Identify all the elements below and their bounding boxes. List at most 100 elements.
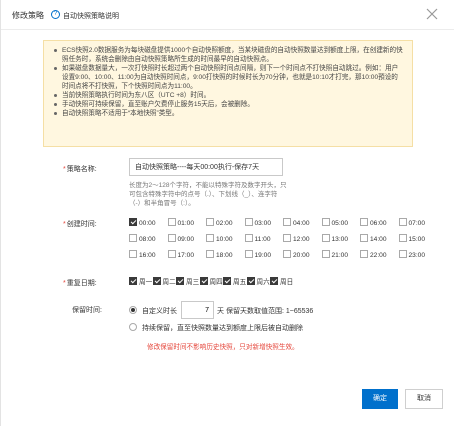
required-mark: * xyxy=(63,280,66,287)
repeat-day-checkbox-label: 周五 xyxy=(233,279,247,286)
checkbox-box[interactable] xyxy=(206,234,214,242)
checkbox-box[interactable] xyxy=(283,234,291,242)
create-time-checkbox[interactable]: 05:00 xyxy=(321,218,348,228)
create-time-checkbox-label: 19:00 xyxy=(254,252,272,259)
repeat-day-checkbox[interactable]: 周五 xyxy=(223,277,246,287)
policy-name-label: *策略名称: xyxy=(63,164,97,174)
cancel-button[interactable]: 取消 xyxy=(405,389,443,409)
checkbox-box[interactable] xyxy=(398,234,407,242)
create-time-checkbox[interactable]: 10:00 xyxy=(206,234,233,244)
checkbox-box[interactable] xyxy=(360,250,368,258)
create-time-checkbox[interactable]: 03:00 xyxy=(244,218,271,228)
create-time-checkbox[interactable]: 09:00 xyxy=(167,234,195,244)
retention-label: 保留时间: xyxy=(72,307,102,314)
checkbox-box[interactable] xyxy=(167,234,176,242)
notice-item: ECS快照2.0数据服务为每块磁盘提供1000个自动快照额度，当某块磁盘的自动快… xyxy=(54,47,403,63)
create-time-checkbox-label: 15:00 xyxy=(408,236,426,243)
retention-warning: 修改保留时间不影响历史快照，只对新增快照生效。 xyxy=(147,344,299,351)
checkbox-box[interactable] xyxy=(129,250,137,258)
repeat-day-checkbox-label: 周日 xyxy=(280,279,294,286)
create-time-checkbox-label: 06:00 xyxy=(370,220,387,227)
checkbox-box[interactable] xyxy=(398,250,407,258)
create-time-checkbox[interactable]: 18:00 xyxy=(206,250,233,260)
retention-days-input[interactable] xyxy=(181,301,214,319)
checkbox-box[interactable] xyxy=(283,218,291,226)
checkbox-box[interactable] xyxy=(167,250,176,258)
create-time-checkbox-label: 16:00 xyxy=(139,252,156,259)
create-time-checkbox-label: 17:00 xyxy=(177,252,195,259)
repeat-day-checkbox[interactable]: 周六 xyxy=(246,277,270,287)
repeat-day-checkbox[interactable]: 周三 xyxy=(176,277,199,287)
notice-item: 如果磁盘数据量大，一次打快照时长超过两个自动快照时间点间隔，则下一个时间点不打快… xyxy=(54,64,404,91)
create-time-checkbox[interactable]: 17:00 xyxy=(167,250,195,260)
dialog-header: 修改策略 ? 自动快照策略说明 xyxy=(1,0,454,30)
create-time-checkbox[interactable]: 02:00 xyxy=(206,218,233,228)
create-time-checkbox[interactable]: 20:00 xyxy=(283,250,310,260)
repeat-day-checkbox[interactable]: 周二 xyxy=(152,277,176,287)
checkbox-box[interactable] xyxy=(246,277,255,285)
create-time-checkbox[interactable]: 04:00 xyxy=(283,218,310,228)
checkbox-box[interactable] xyxy=(223,277,231,285)
retention-custom-radio[interactable] xyxy=(129,306,137,314)
repeat-days-label: *重复日期: xyxy=(63,278,97,288)
create-time-checkbox-label: 04:00 xyxy=(293,220,310,227)
retention-forever-radio[interactable] xyxy=(129,323,137,331)
checkbox-box[interactable] xyxy=(321,218,330,226)
repeat-day-checkbox[interactable]: 周一 xyxy=(129,277,152,287)
create-time-checkbox[interactable]: 11:00 xyxy=(244,234,271,244)
checkbox-box[interactable] xyxy=(398,218,407,226)
create-time-checkbox[interactable]: 13:00 xyxy=(321,234,349,244)
checkbox-box[interactable] xyxy=(244,234,253,242)
create-time-checkbox[interactable]: 19:00 xyxy=(244,250,272,260)
policy-name-input[interactable] xyxy=(129,158,283,176)
checkbox-box[interactable] xyxy=(199,277,208,285)
create-time-checkbox[interactable]: 23:00 xyxy=(398,250,425,260)
retention-forever-label: 持续保留，直至快照数量达到额度上限后被自动删除 xyxy=(142,325,303,332)
create-time-checkbox[interactable]: 15:00 xyxy=(398,234,426,244)
notice-list: ECS快照2.0数据服务为每块磁盘提供1000个自动快照额度，当某块磁盘的自动快… xyxy=(52,46,404,118)
repeat-day-checkbox[interactable]: 周日 xyxy=(270,277,293,287)
checkbox-box[interactable] xyxy=(176,277,184,285)
create-time-checkbox[interactable]: 06:00 xyxy=(360,218,387,228)
checkbox-box[interactable] xyxy=(270,277,278,285)
create-time-checkbox[interactable]: 00:00 xyxy=(129,218,156,228)
checkbox-box[interactable] xyxy=(360,218,368,226)
checkbox-box[interactable] xyxy=(167,218,176,226)
checkbox-box[interactable] xyxy=(283,250,291,258)
checkbox-box[interactable] xyxy=(206,250,214,258)
create-time-checkbox-label: 14:00 xyxy=(370,236,387,243)
retention-custom-label: 自定义时长 xyxy=(142,308,177,315)
help-icon[interactable]: ? xyxy=(51,10,60,19)
ok-button[interactable]: 确定 xyxy=(362,389,398,409)
create-time-checkbox[interactable]: 21:00 xyxy=(321,250,348,260)
create-time-checkbox-label: 09:00 xyxy=(177,236,195,243)
policy-help-link[interactable]: 自动快照策略说明 xyxy=(63,11,119,21)
checkbox-box[interactable] xyxy=(360,234,368,242)
create-time-checkbox[interactable]: 12:00 xyxy=(283,234,310,244)
create-time-checkbox[interactable]: 16:00 xyxy=(129,250,156,260)
create-time-checkbox[interactable]: 08:00 xyxy=(129,234,156,244)
create-time-checkbox-label: 07:00 xyxy=(408,220,426,227)
checkbox-box[interactable] xyxy=(321,234,330,242)
close-icon[interactable] xyxy=(424,6,440,22)
required-mark: * xyxy=(63,221,66,228)
checkbox-box[interactable] xyxy=(129,277,137,285)
checkbox-box[interactable] xyxy=(129,218,137,226)
checkbox-box[interactable] xyxy=(206,218,214,226)
repeat-day-checkbox[interactable]: 周四 xyxy=(199,277,223,287)
create-time-checkbox[interactable]: 01:00 xyxy=(167,218,195,228)
create-time-checkbox-label: 13:00 xyxy=(331,236,349,243)
create-time-checkbox[interactable]: 14:00 xyxy=(360,234,387,244)
dialog-title: 修改策略 xyxy=(12,11,44,20)
create-time-checkbox[interactable]: 07:00 xyxy=(398,218,426,228)
create-time-checkbox-label: 01:00 xyxy=(177,220,195,227)
checkbox-box[interactable] xyxy=(152,277,161,285)
checkbox-box[interactable] xyxy=(321,250,330,258)
create-time-checkbox-label: 20:00 xyxy=(293,252,310,259)
checkbox-box[interactable] xyxy=(129,234,137,242)
create-time-checkbox[interactable]: 22:00 xyxy=(360,250,387,260)
checkbox-box[interactable] xyxy=(244,218,253,226)
create-time-checkbox-label: 22:00 xyxy=(370,252,387,259)
checkbox-box[interactable] xyxy=(244,250,253,258)
create-time-checkbox-label: 00:00 xyxy=(139,220,156,227)
